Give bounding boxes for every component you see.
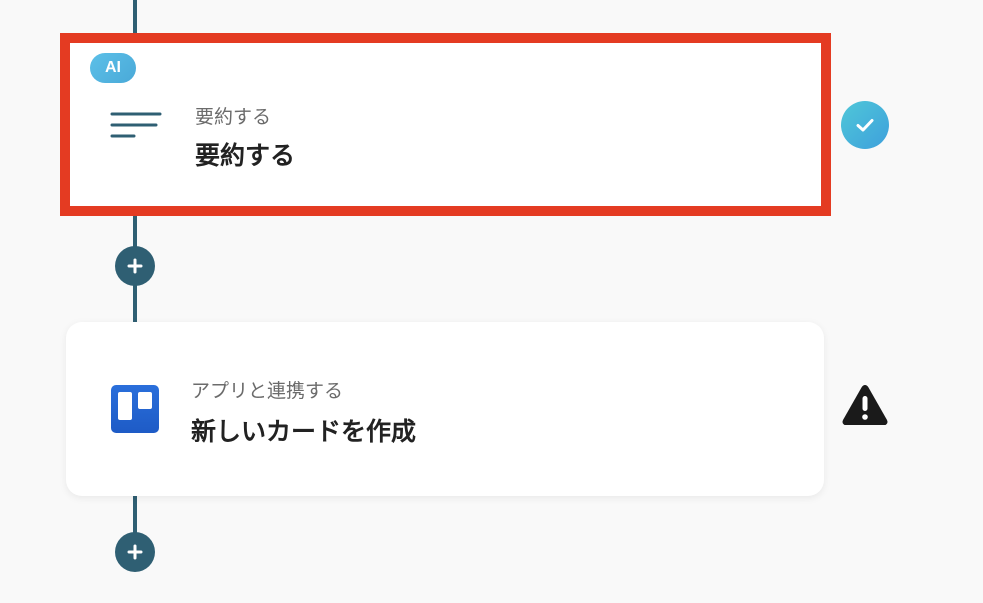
plus-icon <box>127 544 143 560</box>
check-circle-icon <box>841 101 889 149</box>
flow-canvas: { "steps": [ { "badge": "AI", "icon": "s… <box>0 0 983 603</box>
step-card-summarize[interactable]: AI 要約する 要約する <box>60 33 831 216</box>
trello-logo-icon <box>111 385 159 433</box>
ai-badge: AI <box>90 53 136 83</box>
add-step-button[interactable] <box>115 532 155 572</box>
plus-icon <box>127 258 143 274</box>
step-app-label: アプリと連携する <box>191 380 344 402</box>
warning-triangle-icon <box>841 381 889 429</box>
add-step-button[interactable] <box>115 246 155 286</box>
summarize-lines-icon <box>110 112 162 138</box>
step-app-label: 要約する <box>195 106 272 128</box>
step-card-trello[interactable]: アプリと連携する 新しいカードを作成 <box>66 322 824 496</box>
step-action-title: 要約する <box>195 141 296 170</box>
step-action-title: 新しいカードを作成 <box>191 417 417 446</box>
